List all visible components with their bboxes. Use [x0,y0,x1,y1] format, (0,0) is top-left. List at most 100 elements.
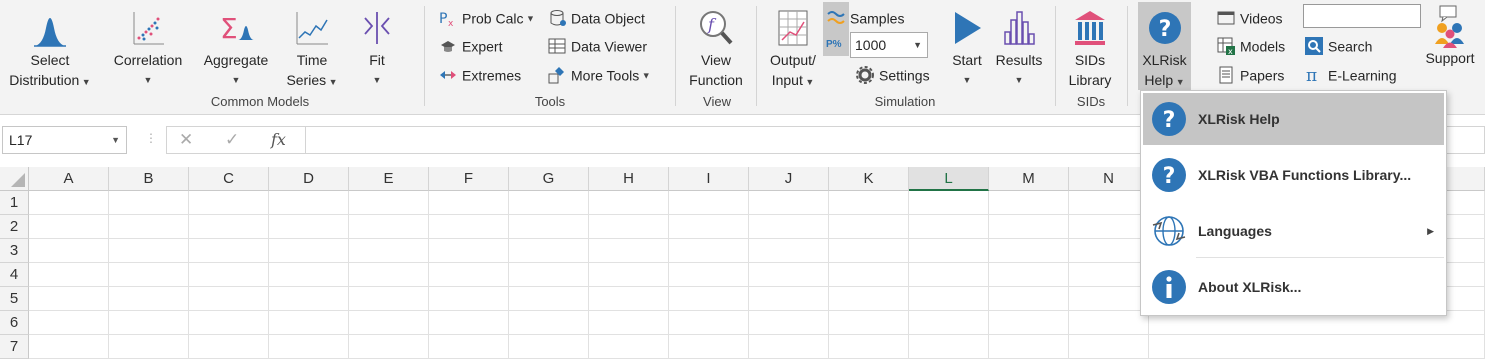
cell[interactable] [349,239,429,263]
cell[interactable] [349,287,429,311]
cell[interactable] [669,191,749,215]
insert-function-icon[interactable]: fx [271,130,286,149]
cell[interactable] [989,287,1069,311]
cell[interactable] [109,311,189,335]
cell[interactable] [909,335,989,359]
cell[interactable] [189,263,269,287]
row-header[interactable]: 6 [0,311,29,335]
cell[interactable] [669,311,749,335]
cell[interactable] [1069,215,1149,239]
column-header[interactable]: K [829,167,909,191]
column-header[interactable]: C [189,167,269,191]
cell[interactable] [429,239,509,263]
cell[interactable] [749,311,829,335]
cell[interactable] [349,311,429,335]
cell[interactable] [349,263,429,287]
cell[interactable] [29,191,109,215]
cell[interactable] [509,287,589,311]
cell[interactable] [749,263,829,287]
data-object-button[interactable]: Data Object [547,4,645,30]
menu-item-xlrisk-help[interactable]: ? XLRisk Help [1143,93,1444,145]
search-button[interactable]: Search [1304,32,1372,58]
view-function-button[interactable]: f View Function [683,8,749,90]
models-button[interactable]: x Models [1216,32,1285,58]
cell[interactable] [829,311,909,335]
cell[interactable] [189,191,269,215]
select-distribution-button[interactable]: Select Distribution ▼ [4,8,96,92]
cell[interactable] [589,335,669,359]
cell[interactable] [349,191,429,215]
cell[interactable] [1069,287,1149,311]
cell[interactable] [429,287,509,311]
menu-item-languages[interactable]: Languages ▶ [1143,205,1444,257]
cell[interactable] [189,311,269,335]
output-input-button[interactable]: Output/ Input ▼ [764,8,822,92]
elearning-button[interactable]: π E-Learning [1304,61,1397,87]
cell[interactable] [669,239,749,263]
cell[interactable] [29,215,109,239]
cell[interactable] [829,335,909,359]
cell[interactable] [749,287,829,311]
cell[interactable] [109,335,189,359]
time-series-button[interactable]: Time Series ▼ [283,8,341,92]
cell[interactable] [909,263,989,287]
row-header[interactable]: 5 [0,287,29,311]
cell[interactable] [429,191,509,215]
cell[interactable] [509,191,589,215]
cell[interactable] [509,335,589,359]
cell[interactable] [989,335,1069,359]
xlrisk-help-button[interactable]: ? XLRisk Help ▼ [1138,2,1191,90]
samples-select[interactable]: 1000 ▼ [850,32,928,58]
cell[interactable] [509,311,589,335]
cell[interactable] [909,239,989,263]
column-header[interactable]: N [1069,167,1149,191]
row-header[interactable]: 4 [0,263,29,287]
cell[interactable] [109,191,189,215]
column-header[interactable]: I [669,167,749,191]
cell[interactable] [509,215,589,239]
cell[interactable] [189,287,269,311]
cell[interactable] [989,311,1069,335]
data-viewer-button[interactable]: Data Viewer [547,32,647,58]
cell[interactable] [1149,335,1485,359]
name-box[interactable]: L17 ▼ [2,126,127,154]
cell[interactable] [589,311,669,335]
cell[interactable] [269,311,349,335]
cell[interactable] [829,239,909,263]
cell[interactable] [1069,311,1149,335]
column-header[interactable]: J [749,167,829,191]
cell[interactable] [749,191,829,215]
cell[interactable] [349,215,429,239]
cell[interactable] [429,263,509,287]
cell[interactable] [589,215,669,239]
fit-button[interactable]: Fit ▼ [352,8,402,90]
cell[interactable] [109,215,189,239]
cell[interactable] [749,239,829,263]
column-header[interactable]: L [909,167,989,191]
cell[interactable] [1069,335,1149,359]
more-tools-button[interactable]: More Tools ▼ [547,61,651,87]
cell[interactable] [269,239,349,263]
column-header[interactable]: D [269,167,349,191]
extremes-button[interactable]: Extremes [438,61,521,87]
cell[interactable] [189,239,269,263]
start-button[interactable]: Start ▼ [944,8,990,90]
select-all-corner[interactable] [0,167,29,191]
row-header[interactable]: 3 [0,239,29,263]
papers-button[interactable]: Papers [1216,61,1284,87]
cell[interactable] [269,335,349,359]
cell[interactable] [189,335,269,359]
expert-button[interactable]: Expert [438,32,502,58]
cell[interactable] [1069,239,1149,263]
cell[interactable] [829,215,909,239]
cell[interactable] [509,239,589,263]
cell[interactable] [589,287,669,311]
menu-item-about-xlrisk[interactable]: About XLRisk... [1143,261,1444,313]
row-header[interactable]: 2 [0,215,29,239]
cell[interactable] [909,287,989,311]
enter-check-icon[interactable]: ✓ [225,130,239,150]
cell[interactable] [29,287,109,311]
cancel-icon[interactable]: ✕ [179,130,193,150]
settings-button[interactable]: Settings [855,61,930,87]
cell[interactable] [829,191,909,215]
